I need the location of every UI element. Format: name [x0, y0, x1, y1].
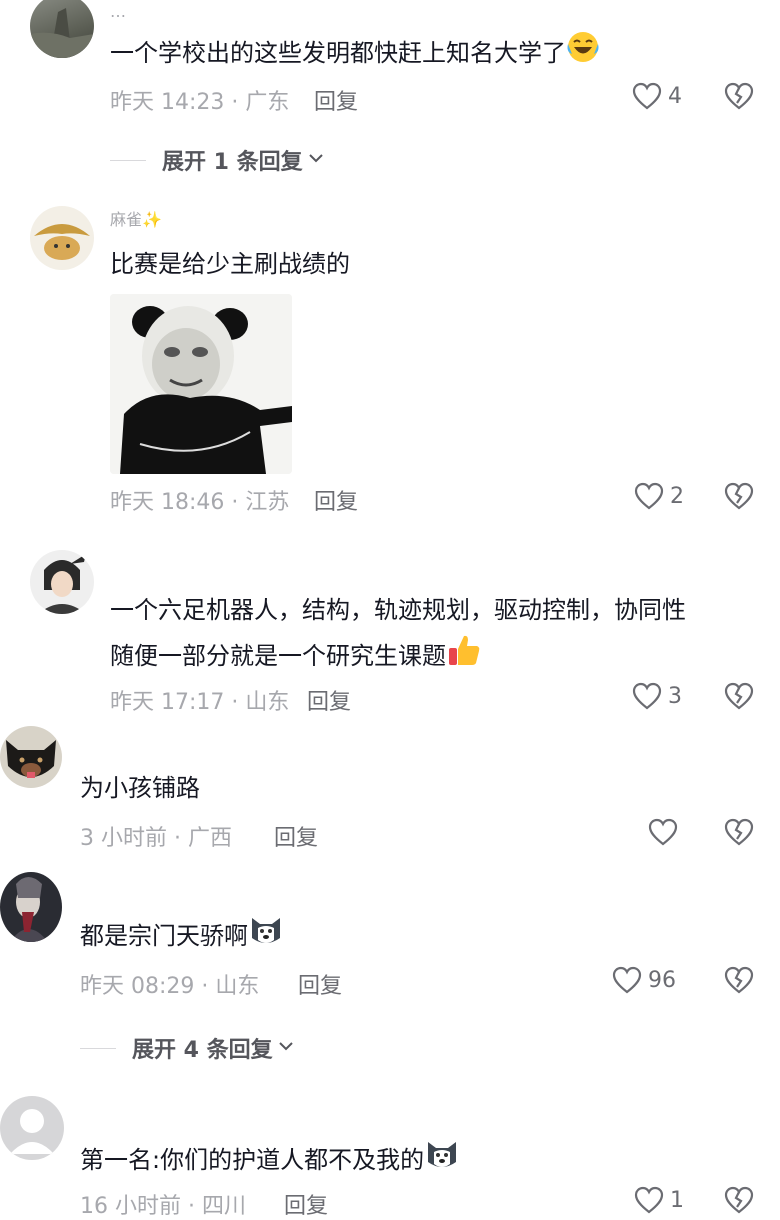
avatar[interactable]	[0, 872, 62, 942]
chevron-down-icon	[273, 1036, 295, 1061]
like-count: 4	[668, 83, 682, 109]
like-count: 3	[668, 683, 682, 709]
heart-icon	[612, 966, 642, 994]
dislike-button[interactable]	[724, 966, 754, 994]
broken-heart-icon	[724, 482, 754, 510]
heart-icon	[632, 82, 662, 110]
comment-meta: 昨天 14:23 · 广东	[110, 90, 290, 115]
like-button[interactable]: 4	[632, 82, 682, 110]
avatar[interactable]	[30, 206, 94, 270]
dislike-button[interactable]	[724, 82, 754, 110]
expand-replies-label: 展开 4 条回复	[132, 1038, 273, 1063]
thumbs-up-emoji-icon	[446, 632, 482, 682]
reply-button[interactable]: 回复	[307, 684, 351, 716]
comment-text: 一个学校出的这些发明都快赶上知名大学了	[110, 30, 600, 78]
comment-meta: 昨天 18:46 · 江苏	[110, 490, 290, 515]
laughing-tears-emoji-icon	[566, 30, 600, 78]
husky-emoji-icon	[424, 1136, 460, 1186]
comment-meta: 3 小时前 · 广西	[80, 826, 232, 851]
broken-heart-icon	[724, 82, 754, 110]
comment-text: 为小孩铺路	[80, 774, 200, 802]
comment-text: 都是宗门天骄啊	[80, 912, 284, 962]
broken-heart-icon	[724, 818, 754, 846]
dislike-button[interactable]	[724, 818, 754, 846]
comment-text: 随便一部分就是一个研究生课题	[110, 632, 482, 682]
avatar[interactable]	[30, 550, 94, 614]
comment-text-content: 一个学校出的这些发明都快赶上知名大学了	[110, 39, 566, 67]
reply-button[interactable]: 回复	[274, 820, 318, 852]
comment-meta: 昨天 08:29 · 山东	[80, 974, 260, 999]
heart-icon	[632, 682, 662, 710]
reply-button[interactable]: 回复	[284, 1188, 328, 1220]
husky-emoji-icon	[248, 912, 284, 962]
divider	[80, 1047, 116, 1049]
dislike-button[interactable]	[724, 1186, 754, 1214]
heart-icon	[634, 482, 664, 510]
sticker-image[interactable]	[110, 294, 292, 474]
like-button[interactable]: 1	[634, 1186, 684, 1214]
broken-heart-icon	[724, 966, 754, 994]
broken-heart-icon	[724, 682, 754, 710]
like-button[interactable]: 2	[634, 482, 684, 510]
like-count: 2	[670, 483, 684, 509]
username[interactable]: …	[110, 2, 126, 21]
reply-button[interactable]: 回复	[298, 968, 342, 1000]
like-button[interactable]: 3	[632, 682, 682, 710]
avatar[interactable]	[0, 726, 62, 788]
comment-text-content: 都是宗门天骄啊	[80, 922, 248, 950]
avatar[interactable]	[0, 1096, 64, 1160]
comment-text: 第一名:你们的护道人都不及我的	[80, 1136, 460, 1186]
comment-meta: 昨天 17:17 · 山东	[110, 690, 290, 715]
expand-replies-label: 展开 1 条回复	[162, 150, 303, 175]
comment-text: 比赛是给少主刷战绩的	[110, 250, 350, 278]
like-button[interactable]: 96	[612, 966, 676, 994]
expand-replies-button[interactable]: 展开 1 条回复	[110, 144, 325, 176]
username[interactable]: 麻雀✨	[110, 206, 162, 230]
expand-replies-button[interactable]: 展开 4 条回复	[80, 1032, 295, 1064]
chevron-down-icon	[303, 148, 325, 173]
heart-icon	[648, 818, 678, 846]
comment-text: 一个六足机器人，结构，轨迹规划，驱动控制，协同性	[110, 596, 686, 624]
heart-icon	[634, 1186, 664, 1214]
avatar[interactable]	[30, 0, 94, 58]
like-count: 1	[670, 1187, 684, 1213]
reply-button[interactable]: 回复	[314, 484, 358, 516]
like-button[interactable]	[648, 818, 684, 846]
reply-button[interactable]: 回复	[314, 84, 358, 116]
dislike-button[interactable]	[724, 482, 754, 510]
comment-text-content: 第一名:你们的护道人都不及我的	[80, 1146, 425, 1174]
comment-text-content: 随便一部分就是一个研究生课题	[110, 642, 446, 670]
dislike-button[interactable]	[724, 682, 754, 710]
divider	[110, 159, 146, 161]
broken-heart-icon	[724, 1186, 754, 1214]
like-count: 96	[648, 967, 676, 993]
comment-meta: 16 小时前 · 四川	[80, 1194, 246, 1219]
